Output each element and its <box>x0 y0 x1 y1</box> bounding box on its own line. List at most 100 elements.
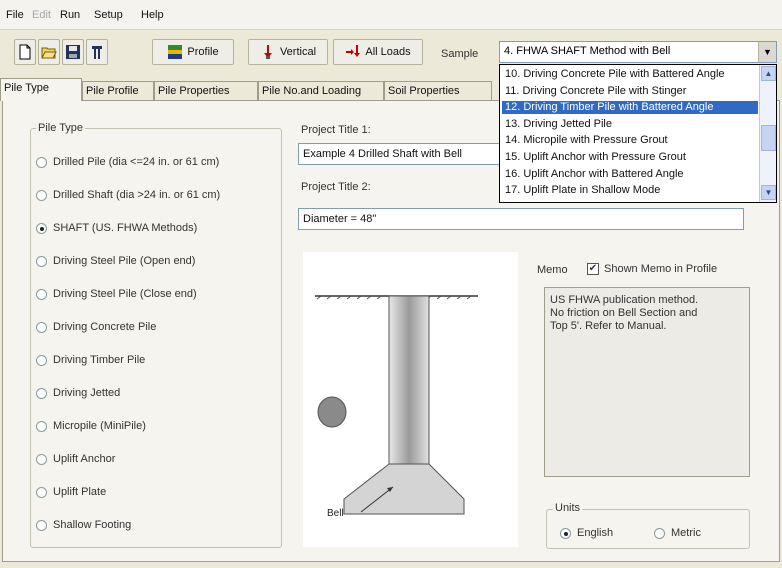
menu-setup[interactable]: Setup <box>94 9 123 21</box>
units-metric-option[interactable]: Metric <box>654 527 701 539</box>
pile-type-option-label: Drilled Shaft (dia >24 in. or 61 cm) <box>53 189 221 201</box>
sample-dropdown-item[interactable]: 16. Uplift Anchor with Battered Angle <box>502 168 758 181</box>
sample-dropdown-item[interactable]: 13. Driving Jetted Pile <box>502 118 758 131</box>
pile-type-option-label: Driving Steel Pile (Open end) <box>53 255 196 267</box>
pile-type-radio[interactable] <box>36 321 47 333</box>
pile-type-option[interactable]: Micropile (MiniPile) <box>36 420 146 432</box>
pile-tool-button[interactable] <box>86 39 108 65</box>
vertical-button[interactable]: Vertical <box>248 39 328 65</box>
project-title-1-label: Project Title 1: <box>301 124 371 136</box>
menu-edit[interactable]: Edit <box>32 9 51 21</box>
pile-type-option-label: Shallow Footing <box>53 519 132 531</box>
chevron-up-icon: ▲ <box>764 69 773 78</box>
pile-icon <box>92 46 102 59</box>
status-strip <box>0 562 782 568</box>
pile-type-radio[interactable] <box>36 486 47 498</box>
open-folder-button[interactable] <box>38 39 60 65</box>
pile-type-option[interactable]: Uplift Plate <box>36 486 106 498</box>
pile-type-radio[interactable] <box>36 189 47 201</box>
pile-type-option[interactable]: Drilled Pile (dia <=24 in. or 61 cm) <box>36 156 219 168</box>
pile-type-option[interactable]: Driving Jetted <box>36 387 120 399</box>
pile-type-option[interactable]: Drilled Shaft (dia >24 in. or 61 cm) <box>36 189 220 201</box>
pile-type-radio[interactable] <box>36 156 47 168</box>
pile-type-radio[interactable] <box>36 354 47 366</box>
pile-type-option[interactable]: SHAFT (US. FHWA Methods) <box>36 222 197 234</box>
sample-dropdown-list: 10. Driving Concrete Pile with Battered … <box>499 64 777 203</box>
profile-button[interactable]: Profile <box>152 39 234 65</box>
pile-type-option[interactable]: Driving Steel Pile (Close end) <box>36 288 197 300</box>
menu-help[interactable]: Help <box>141 9 164 21</box>
profile-icon <box>168 45 183 59</box>
sample-dropdown-button[interactable]: ▼ <box>758 42 776 62</box>
sample-dropdown-item[interactable]: 10. Driving Concrete Pile with Battered … <box>502 68 758 81</box>
project-title-2-value: Diameter = 48" <box>303 213 377 225</box>
sample-dropdown-item[interactable]: 17. Uplift Plate in Shallow Mode <box>502 184 758 197</box>
bell-label: Bell <box>327 508 344 519</box>
profile-button-label: Profile <box>187 46 219 58</box>
pile-type-option-label: Driving Timber Pile <box>53 354 146 366</box>
sample-dropdown-item[interactable]: 14. Micropile with Pressure Grout <box>502 134 758 147</box>
all-loads-button-label: All Loads <box>365 46 411 58</box>
pile-cross-section <box>317 396 347 428</box>
save-button[interactable] <box>62 39 84 65</box>
units-group-title: Units <box>553 502 583 514</box>
show-memo-label: Shown Memo in Profile <box>604 263 718 275</box>
pile-type-radio[interactable] <box>36 222 47 234</box>
menu-file[interactable]: File <box>6 9 24 21</box>
scroll-thumb[interactable] <box>761 125 776 151</box>
bell-section <box>343 463 465 515</box>
tab-soil-properties[interactable]: Soil Properties <box>384 81 492 100</box>
check-mark-icon: ✔ <box>588 263 598 274</box>
pile-type-option-label: Uplift Plate <box>53 486 107 498</box>
pile-type-option-label: Driving Steel Pile (Close end) <box>53 288 197 300</box>
pile-type-option-label: Driving Jetted <box>53 387 121 399</box>
units-english-option[interactable]: English <box>560 527 613 539</box>
pile-type-radio[interactable] <box>36 387 47 399</box>
pile-drawing: Bell <box>303 252 518 547</box>
pile-type-option[interactable]: Uplift Anchor <box>36 453 115 465</box>
new-file-button[interactable] <box>14 39 36 65</box>
pile-type-option-label: Driving Concrete Pile <box>53 321 157 333</box>
pile-type-option[interactable]: Driving Concrete Pile <box>36 321 156 333</box>
pile-drawing-canvas: Bell <box>315 295 478 519</box>
pile-type-option[interactable]: Driving Steel Pile (Open end) <box>36 255 195 267</box>
sample-select-value: 4. FHWA SHAFT Method with Bell <box>504 45 671 57</box>
pile-type-radio[interactable] <box>36 255 47 267</box>
memo-label: Memo <box>537 264 568 276</box>
scroll-up-button[interactable]: ▲ <box>761 66 776 81</box>
scroll-down-button[interactable]: ▼ <box>761 185 776 200</box>
tab-pile-no-loading[interactable]: Pile No.and Loading <box>258 81 384 100</box>
dropdown-scrollbar[interactable]: ▲ ▼ <box>759 65 776 202</box>
all-loads-button[interactable]: All Loads <box>333 39 423 65</box>
radio-metric[interactable] <box>654 527 665 539</box>
folder-open-icon <box>41 47 57 59</box>
tab-pile-properties[interactable]: Pile Properties <box>154 81 258 100</box>
pile-type-radio[interactable] <box>36 519 47 531</box>
project-title-2-input[interactable]: Diameter = 48" <box>298 208 744 230</box>
pile-type-group-title: Pile Type <box>36 122 86 134</box>
sample-select[interactable]: 4. FHWA SHAFT Method with Bell ▼ <box>499 41 777 63</box>
project-title-1-value: Example 4 Drilled Shaft with Bell <box>303 148 462 160</box>
menu-run[interactable]: Run <box>60 9 80 21</box>
show-memo-checkbox[interactable]: ✔ <box>587 263 599 275</box>
show-memo-toggle[interactable]: ✔ Shown Memo in Profile <box>587 263 717 275</box>
radio-english[interactable] <box>560 527 571 539</box>
project-title-2-label: Project Title 2: <box>301 181 371 193</box>
all-loads-icon <box>346 45 361 57</box>
pile-type-option[interactable]: Driving Timber Pile <box>36 354 145 366</box>
tab-pile-profile[interactable]: Pile Profile <box>82 81 154 100</box>
pile-type-radio[interactable] <box>36 453 47 465</box>
sample-dropdown-item[interactable]: 11. Driving Concrete Pile with Stinger <box>502 85 758 98</box>
new-file-icon <box>19 44 31 60</box>
memo-textarea[interactable]: US FHWA publication method. No friction … <box>544 287 750 477</box>
sample-dropdown-item[interactable]: 12. Driving Timber Pile with Battered An… <box>502 101 758 115</box>
pile-type-option-label: Micropile (MiniPile) <box>53 420 146 432</box>
pile-type-radio[interactable] <box>36 288 47 300</box>
pile-type-option-label: Uplift Anchor <box>53 453 116 465</box>
tab-pile-type[interactable]: Pile Type <box>0 78 82 101</box>
pile-type-option[interactable]: Shallow Footing <box>36 519 131 531</box>
sample-dropdown-item[interactable]: 15. Uplift Anchor with Pressure Grout <box>502 151 758 164</box>
pile-type-option-label: SHAFT (US. FHWA Methods) <box>53 222 198 234</box>
pile-type-radio[interactable] <box>36 420 47 432</box>
menu-bar: File Edit Run Setup Help <box>0 0 782 30</box>
